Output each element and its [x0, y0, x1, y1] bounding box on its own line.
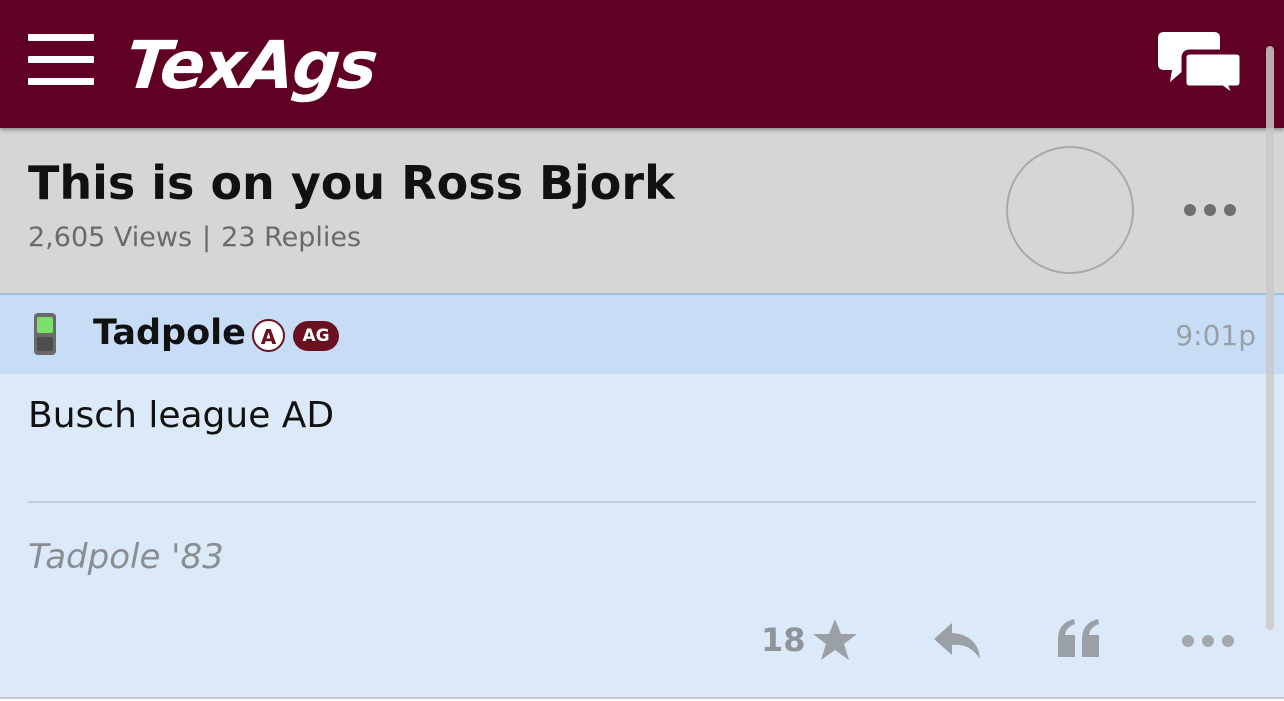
- top-header: TexAgs: [0, 0, 1284, 128]
- post-body: Busch league AD: [28, 395, 335, 436]
- post-more-dots-icon[interactable]: [1182, 635, 1234, 649]
- app-window: TexAgs This is on you Ross Bjork 2,605 V…: [0, 0, 1284, 701]
- star-count: 18: [761, 621, 806, 659]
- thread-stats: 2,605 Views | 23 Replies: [28, 222, 361, 253]
- thread-circle-button[interactable]: [1006, 146, 1134, 274]
- star-icon[interactable]: [812, 617, 858, 663]
- reply-icon[interactable]: [932, 619, 982, 663]
- quote-icon[interactable]: [1056, 617, 1102, 661]
- post-username[interactable]: Tadpole: [93, 313, 246, 353]
- thread-header: This is on you Ross Bjork 2,605 Views | 23…: [0, 128, 1284, 293]
- scrollbar[interactable]: [1266, 46, 1274, 630]
- hamburger-menu-icon[interactable]: [28, 34, 94, 86]
- signature-divider: [28, 501, 1256, 503]
- texags-logo[interactable]: TexAgs: [122, 26, 380, 106]
- post-actions: 18: [0, 611, 1284, 671]
- badge-a: A: [252, 319, 285, 352]
- stats-separator: |: [202, 222, 212, 253]
- thread-more-dots-icon[interactable]: [1184, 204, 1236, 220]
- chat-bubbles-icon[interactable]: [1156, 28, 1246, 105]
- post-signature: Tadpole '83: [28, 537, 224, 577]
- post: Tadpole A AG 9:01p Busch league AD Tadpo…: [0, 293, 1284, 697]
- replies-count: 23 Replies: [221, 222, 362, 253]
- badge-ag: AG: [293, 321, 339, 351]
- post-time: 9:01p: [1175, 319, 1256, 352]
- post-bottom-border: [0, 697, 1284, 699]
- views-count: 2,605 Views: [28, 222, 193, 253]
- post-header: Tadpole A AG 9:01p: [0, 295, 1284, 374]
- thread-title: This is on you Ross Bjork: [28, 156, 675, 210]
- mobile-phone-icon: [32, 311, 58, 357]
